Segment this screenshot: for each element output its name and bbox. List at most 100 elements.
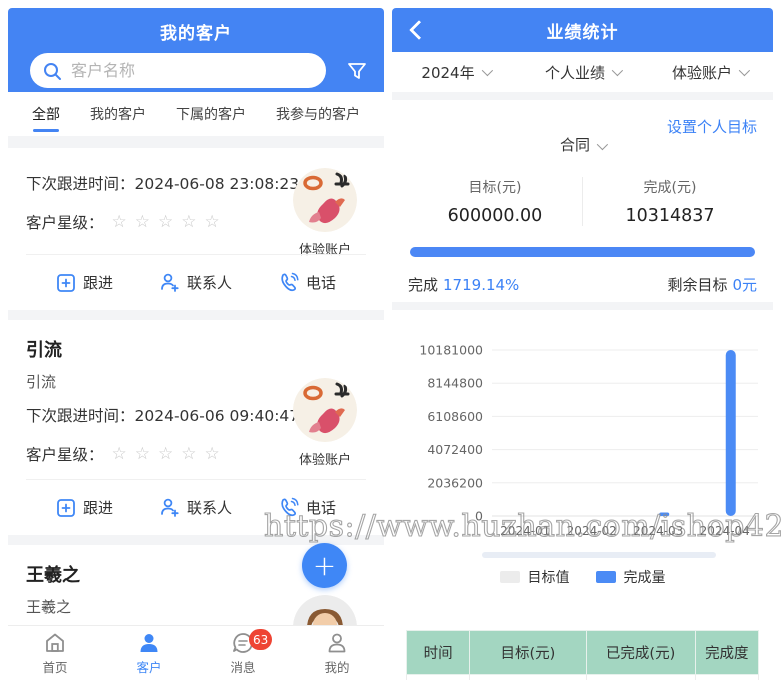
customer-tabs: 全部 我的客户 下属的客户 我参与的客户 — [8, 92, 384, 136]
tab-my-customers[interactable]: 我的客户 — [90, 92, 146, 136]
tabbar-item-messages[interactable]: 消息 63 — [196, 626, 290, 680]
contacts-button[interactable]: 联系人 — [159, 272, 232, 293]
scope-dropdown[interactable]: 个人业绩 — [519, 62, 646, 83]
unread-badge: 63 — [249, 629, 273, 650]
divider-band — [8, 136, 384, 148]
tab-all[interactable]: 全部 — [32, 92, 60, 136]
back-icon[interactable] — [406, 20, 426, 40]
search-icon — [43, 61, 62, 81]
follow-up-button[interactable]: 跟进 — [56, 497, 113, 518]
chart-legend: 目标值 完成量 — [392, 567, 773, 587]
phone-icon — [278, 272, 299, 293]
divider-band — [392, 92, 773, 100]
cell-target: 50000.00 — [469, 674, 587, 680]
customer-card[interactable]: 引流 引流 下次跟进时间：2024-06-06 09:40:47 客户星级： ☆… — [8, 320, 384, 535]
customer-avatar-wrap: 体验账户 — [288, 168, 362, 258]
add-customer-fab[interactable]: + — [302, 543, 347, 588]
customer-list-header: 我的客户 — [8, 8, 384, 92]
page-title: 我的客户 — [160, 24, 232, 44]
done-label: 完成(元) — [643, 180, 697, 196]
table-header-row: 时间 目标(元) 已完成(元) 完成度 — [405, 630, 760, 675]
chevron-down-icon — [481, 64, 493, 77]
tabbar-item-mine[interactable]: 我的 — [290, 626, 384, 680]
plus-square-icon — [56, 498, 76, 518]
tab-subordinate-customers[interactable]: 下属的客户 — [176, 92, 246, 136]
completion-percent: 完成 1719.14% — [408, 276, 520, 294]
star-rating: ☆☆☆☆☆ — [111, 212, 228, 232]
star-rating: ☆☆☆☆☆ — [111, 444, 228, 464]
target-label: 目标(元) — [468, 180, 522, 196]
year-dropdown[interactable]: 2024年 — [392, 62, 519, 83]
contacts-button[interactable]: 联系人 — [159, 497, 232, 518]
goal-section: 设置个人目标 合同 目标(元) 600000.00 完成(元) 10314837… — [392, 100, 773, 302]
next-follow-time: 2024-06-08 23:08:23 — [134, 175, 300, 193]
svg-text:6108600: 6108600 — [427, 409, 483, 424]
bottom-tabbar: 首页 客户 消息 63 我的 — [8, 625, 384, 680]
tabbar-item-home[interactable]: 首页 — [8, 626, 102, 680]
completion-progress-bar — [410, 247, 755, 257]
goldfish-avatar — [293, 168, 357, 232]
card-actions: 跟进 联系人 电话 — [26, 479, 366, 535]
search-input[interactable] — [71, 61, 313, 80]
remaining-target: 剩余目标 0元 — [667, 276, 757, 294]
follow-up-button[interactable]: 跟进 — [56, 272, 113, 293]
col-header-done: 已完成(元) — [585, 630, 696, 675]
monthly-performance-table: 时间 目标(元) 已完成(元) 完成度 2024-01 50000.00 0 0… — [405, 630, 760, 680]
monthly-bar-chart: 0 2036200 4072400 6108600 8144800 10181000 202… — [419, 343, 758, 538]
goldfish-avatar — [293, 378, 357, 442]
table-row: 2024-01 50000.00 0 0% — [405, 674, 760, 680]
target-stat: 目标(元) 600000.00 — [408, 177, 583, 226]
stats-filters: 2024年 个人业绩 体验账户 — [392, 52, 773, 92]
legend-target[interactable]: 目标值 — [499, 567, 570, 587]
svg-text:10181000: 10181000 — [419, 343, 483, 358]
plus-square-icon — [56, 273, 76, 293]
svg-text:2024-03: 2024-03 — [633, 524, 683, 538]
customer-list-screen: 我的客户 全部 我的客户 下属的客户 我参与的客户 — [8, 8, 384, 680]
search-bar[interactable] — [30, 53, 326, 88]
phone-button[interactable]: 电话 — [278, 272, 336, 293]
phone-button[interactable]: 电话 — [278, 497, 336, 518]
legend-swatch-target — [499, 571, 520, 583]
chevron-down-icon — [611, 64, 624, 77]
card-actions: 跟进 联系人 电话 — [26, 254, 366, 310]
next-follow-time: 2024-06-06 09:40:47 — [134, 407, 300, 425]
svg-text:4072400: 4072400 — [427, 442, 483, 457]
performance-stats-screen: 业绩统计 2024年 个人业绩 体验账户 设置个人目标 合同 目标(元) 600… — [392, 8, 773, 680]
divider-band — [8, 310, 384, 320]
svg-text:2036200: 2036200 — [427, 475, 483, 490]
monthly-table-section: 时间 目标(元) 已完成(元) 完成度 2024-01 50000.00 0 0… — [392, 628, 773, 680]
customer-card[interactable]: 下次跟进时间：2024-06-08 23:08:23 客户星级： ☆☆☆☆☆ 体… — [8, 148, 384, 310]
svg-text:8144800: 8144800 — [427, 376, 483, 391]
page-title: 业绩统计 — [546, 22, 619, 43]
person-add-icon — [159, 497, 180, 518]
person-filled-icon — [137, 631, 161, 655]
col-header-rate: 完成度 — [694, 630, 760, 675]
performance-chart-section: 0 2036200 4072400 6108600 8144800 10181000 202… — [392, 336, 773, 628]
tabbar-item-customers[interactable]: 客户 — [102, 626, 196, 680]
stats-header: 业绩统计 — [392, 8, 773, 52]
chevron-down-icon — [596, 138, 609, 151]
phone-icon — [278, 497, 299, 518]
screenshot-stage: 我的客户 全部 我的客户 下属的客户 我参与的客户 — [0, 0, 781, 688]
home-icon — [43, 631, 67, 655]
person-add-icon — [159, 272, 180, 293]
customer-avatar-wrap: 体验账户 — [288, 378, 362, 468]
legend-swatch-completed — [595, 571, 616, 583]
account-dropdown[interactable]: 体验账户 — [646, 62, 773, 83]
col-header-time: 时间 — [405, 630, 471, 675]
svg-text:2024-02: 2024-02 — [567, 524, 617, 538]
svg-text:2024-04: 2024-04 — [700, 524, 750, 538]
filter-funnel-icon[interactable] — [346, 60, 368, 82]
person-outline-icon — [325, 631, 349, 655]
cell-rate: 0% — [694, 674, 760, 680]
set-goal-link[interactable]: 设置个人目标 — [667, 116, 757, 137]
account-tag: 体验账户 — [298, 453, 351, 468]
target-value: 600000.00 — [447, 206, 543, 226]
done-value: 10314837 — [625, 206, 715, 226]
chart-datazoom-slider[interactable] — [482, 552, 716, 558]
legend-completed[interactable]: 完成量 — [595, 567, 666, 587]
divider-band — [392, 302, 773, 310]
svg-text:0: 0 — [475, 509, 483, 524]
cell-time: 2024-01 — [405, 674, 471, 680]
tab-participated-customers[interactable]: 我参与的客户 — [276, 92, 360, 136]
